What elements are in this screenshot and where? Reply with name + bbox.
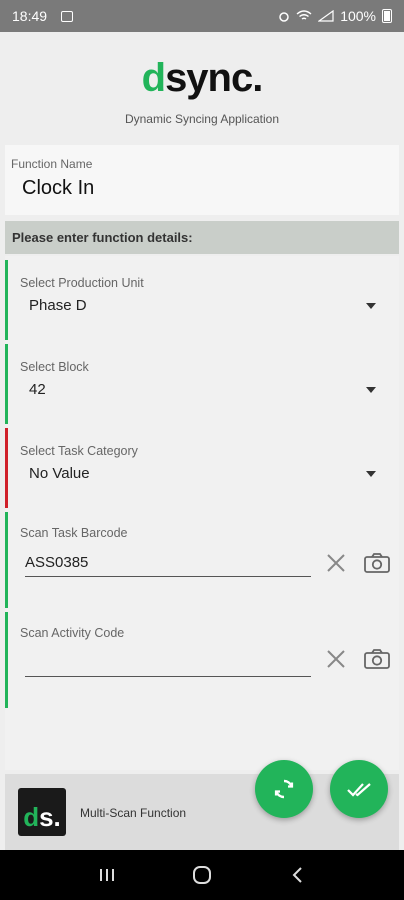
wifi-icon [296, 10, 312, 20]
activity-code-underline [25, 676, 311, 677]
recent-apps-button[interactable] [95, 863, 119, 887]
task-category-label: Select Task Category [20, 444, 138, 458]
submit-button[interactable] [330, 760, 388, 818]
field-status-bar [5, 344, 8, 424]
field-status-bar [5, 428, 8, 508]
function-name-value: Clock In [22, 177, 95, 199]
back-icon [292, 867, 302, 883]
multi-scan-label: Multi-Scan Function [80, 806, 187, 820]
production-unit-value: Phase D [29, 297, 87, 314]
production-unit-label: Select Production Unit [20, 276, 144, 290]
field-status-bar [5, 612, 8, 708]
header: dsync. Dynamic Syncing Application [0, 32, 404, 142]
logo-rest: sync. [165, 56, 263, 100]
task-barcode-input[interactable]: ASS0385 [25, 554, 88, 571]
block-select[interactable]: Select Block 42 [5, 344, 388, 424]
block-label: Select Block [20, 360, 89, 374]
activity-code-label: Scan Activity Code [20, 626, 125, 640]
production-unit-select[interactable]: Select Production Unit Phase D [5, 260, 388, 340]
signal-icon [318, 10, 334, 22]
camera-icon[interactable] [363, 552, 391, 574]
chevron-down-icon [366, 387, 376, 393]
app-logo: dsync. [0, 56, 404, 101]
image-notification-icon [61, 10, 74, 22]
block-value: 42 [29, 381, 46, 398]
app-screen: dsync. Dynamic Syncing Application Funct… [0, 32, 404, 850]
chevron-down-icon [366, 303, 376, 309]
done-all-icon [347, 783, 371, 797]
field-status-bar [5, 260, 8, 340]
form-area: Select Production Unit Phase D Select Bl… [5, 256, 399, 770]
status-left: 18:49 [12, 8, 74, 24]
status-right: 100% [278, 8, 392, 24]
back-button[interactable] [285, 863, 309, 887]
system-nav-bar [0, 850, 404, 900]
function-name-label: Function Name [11, 157, 93, 171]
ds-logo: d s. [18, 788, 66, 836]
home-button[interactable] [190, 863, 214, 887]
field-status-bar [5, 512, 8, 608]
clear-icon[interactable] [325, 552, 347, 574]
logo-d: d [141, 56, 166, 100]
task-barcode-label: Scan Task Barcode [20, 526, 128, 540]
alarm-icon [279, 12, 289, 22]
status-bar: 18:49 100% [0, 0, 404, 32]
details-header: Please enter function details: [5, 221, 399, 254]
task-category-select[interactable]: Select Task Category No Value [5, 428, 388, 508]
ds-logo-s: s. [39, 802, 61, 832]
ds-logo-d: d [23, 802, 40, 832]
activity-code-field: Scan Activity Code [5, 612, 391, 708]
camera-icon[interactable] [363, 648, 391, 670]
home-icon [192, 866, 211, 884]
chevron-down-icon [366, 471, 376, 477]
battery-text: 100% [340, 8, 376, 24]
sync-button[interactable] [255, 760, 313, 818]
task-category-value: No Value [29, 465, 90, 482]
details-header-text: Please enter function details: [12, 230, 193, 245]
recent-apps-icon [100, 869, 115, 881]
task-barcode-field: Scan Task Barcode ASS0385 [5, 512, 391, 608]
app-tagline: Dynamic Syncing Application [124, 112, 280, 126]
sync-icon [274, 779, 294, 799]
function-name-card: Function Name Clock In [5, 145, 399, 215]
clear-icon[interactable] [325, 648, 347, 670]
battery-icon [382, 9, 392, 23]
task-barcode-underline [25, 576, 311, 577]
status-time: 18:49 [12, 8, 48, 24]
